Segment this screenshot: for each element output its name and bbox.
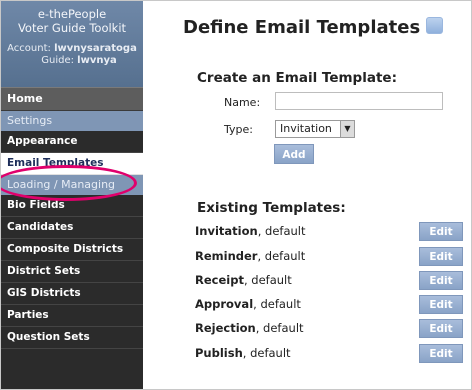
loading-section-header: Loading / Managing bbox=[1, 175, 143, 195]
template-row: Approval, default Edit bbox=[143, 293, 471, 317]
template-row: Publish, default Edit bbox=[143, 342, 471, 366]
name-input[interactable] bbox=[275, 92, 443, 110]
sidebar-item-gis-districts[interactable]: GIS Districts bbox=[1, 283, 143, 305]
sidebar-item-district-sets[interactable]: District Sets bbox=[1, 261, 143, 283]
existing-templates-heading: Existing Templates: bbox=[197, 200, 346, 216]
sidebar-item-parties[interactable]: Parties bbox=[1, 305, 143, 327]
guide-info: Guide: lwvnya bbox=[1, 55, 143, 67]
add-button[interactable]: Add bbox=[274, 144, 314, 164]
page-title-wrap: Define Email Templates bbox=[183, 17, 444, 38]
account-info: Account: lwvnysaratoga bbox=[1, 43, 143, 55]
edit-button[interactable]: Edit bbox=[419, 319, 463, 338]
type-select-value: Invitation bbox=[280, 122, 332, 135]
edit-button[interactable]: Edit bbox=[419, 344, 463, 363]
template-label: Receipt, default bbox=[195, 273, 292, 287]
name-label: Name: bbox=[224, 96, 261, 109]
brand-subtitle: Voter Guide Toolkit bbox=[17, 21, 127, 35]
template-row: Receipt, default Edit bbox=[143, 269, 471, 293]
edit-button[interactable]: Edit bbox=[419, 295, 463, 314]
account-label: Account: bbox=[7, 43, 51, 54]
type-label: Type: bbox=[224, 123, 253, 136]
sidebar-item-home[interactable]: Home bbox=[1, 87, 143, 111]
app-frame: e-thePeople Voter Guide Toolkit Account:… bbox=[0, 0, 472, 390]
help-icon[interactable] bbox=[426, 17, 444, 34]
settings-section-header: Settings bbox=[1, 111, 143, 131]
template-label: Approval, default bbox=[195, 297, 301, 311]
type-select[interactable]: Invitation ▼ bbox=[275, 120, 355, 138]
create-template-heading: Create an Email Template: bbox=[197, 70, 397, 86]
template-row: Invitation, default Edit bbox=[143, 220, 471, 244]
edit-button[interactable]: Edit bbox=[419, 247, 463, 266]
sidebar-item-email-templates[interactable]: Email Templates bbox=[1, 153, 143, 175]
brand-header: e-thePeople Voter Guide Toolkit Account:… bbox=[1, 1, 143, 87]
template-label: Rejection, default bbox=[195, 321, 304, 335]
brand-title: e-thePeople bbox=[37, 7, 107, 21]
template-row: Reminder, default Edit bbox=[143, 245, 471, 269]
guide-value: lwvnya bbox=[77, 55, 117, 66]
template-label: Invitation, default bbox=[195, 224, 306, 238]
sidebar: e-thePeople Voter Guide Toolkit Account:… bbox=[1, 1, 143, 389]
chevron-down-icon[interactable]: ▼ bbox=[340, 121, 354, 137]
sidebar-item-bio-fields[interactable]: Bio Fields bbox=[1, 195, 143, 217]
sidebar-item-composite-districts[interactable]: Composite Districts bbox=[1, 239, 143, 261]
guide-label: Guide: bbox=[41, 55, 74, 66]
template-label: Publish, default bbox=[195, 346, 291, 360]
sidebar-item-question-sets[interactable]: Question Sets bbox=[1, 327, 143, 349]
page-title: Define Email Templates bbox=[183, 17, 421, 38]
edit-button[interactable]: Edit bbox=[419, 222, 463, 241]
sidebar-item-candidates[interactable]: Candidates bbox=[1, 217, 143, 239]
edit-button[interactable]: Edit bbox=[419, 271, 463, 290]
account-value: lwvnysaratoga bbox=[54, 43, 137, 54]
template-label: Reminder, default bbox=[195, 249, 306, 263]
main-content: Define Email Templates Create an Email T… bbox=[143, 1, 471, 389]
sidebar-item-appearance[interactable]: Appearance bbox=[1, 131, 143, 153]
template-row: Rejection, default Edit bbox=[143, 317, 471, 341]
